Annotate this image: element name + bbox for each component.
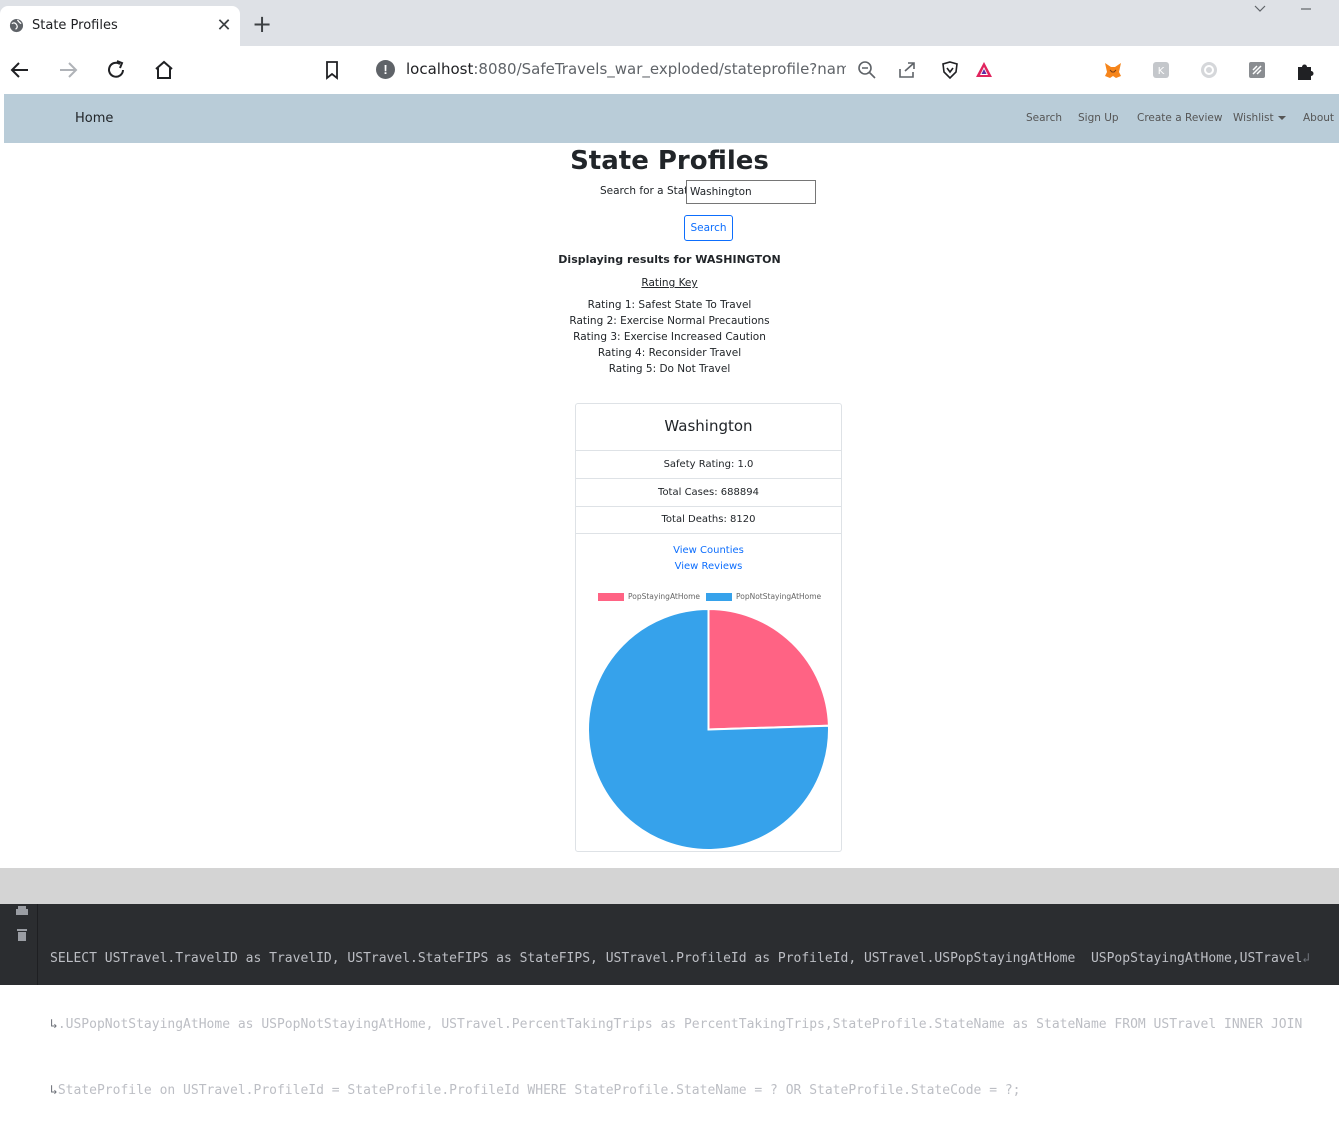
share-icon[interactable]	[897, 60, 917, 80]
console-line: SELECT USTravel.TravelID as TravelID, US…	[50, 951, 1311, 966]
url-text[interactable]: localhost:8080/SafeTravels_war_exploded/…	[406, 60, 846, 78]
print-icon[interactable]	[15, 906, 29, 918]
minimize-icon[interactable]	[1298, 0, 1314, 16]
reload-icon[interactable]	[104, 58, 128, 82]
close-tab-icon[interactable]: ✕	[214, 15, 234, 35]
nav-home-link[interactable]: Home	[75, 111, 113, 126]
browser-tab[interactable]: State Profiles ✕	[0, 6, 240, 46]
info-icon[interactable]: !	[376, 60, 395, 79]
legend-swatch-1	[706, 593, 732, 601]
address-bar[interactable]: ! localhost:8080/SafeTravels_war_explode…	[364, 46, 1002, 94]
state-card-title: Washington	[576, 404, 841, 451]
nav-wishlist-dropdown[interactable]: Wishlist	[1233, 112, 1286, 124]
results-heading: Displaying results for WASHINGTON	[558, 253, 781, 266]
search-button[interactable]: Search	[684, 215, 733, 241]
legend-label: PopNotStayingAtHome	[736, 592, 822, 601]
zoom-icon[interactable]	[857, 60, 877, 80]
state-card: Washington Safety Rating: 1.0 Total Case…	[575, 403, 842, 852]
nav-search-link[interactable]: Search	[1026, 112, 1062, 124]
extension-icon[interactable]	[1199, 60, 1219, 80]
pie-slice-PopStayingAtHome[interactable]	[707, 608, 830, 731]
rating-key-title: Rating Key	[641, 277, 698, 289]
console-line: ↳.USPopNotStayingAtHome as USPopNotStayi…	[50, 1017, 1303, 1032]
legend-label: PopStayingAtHome	[628, 592, 701, 601]
chevron-down-icon[interactable]	[1252, 2, 1268, 18]
trash-icon[interactable]	[16, 927, 28, 941]
nav-wishlist-label: Wishlist	[1233, 112, 1274, 124]
rating-key-item: Rating 3: Exercise Increased Caution	[573, 331, 766, 343]
caret-down-icon	[1277, 116, 1286, 120]
state-search-input[interactable]	[686, 180, 816, 204]
forward-icon[interactable]	[56, 58, 80, 82]
site-navbar: Home Search Sign Up Create a Review Wish…	[4, 94, 1339, 143]
nav-about-link[interactable]: About	[1303, 112, 1334, 124]
home-icon[interactable]	[152, 58, 176, 82]
rating-key-list: Rating 1: Safest State To Travel Rating …	[0, 297, 1339, 377]
globe-icon	[9, 18, 24, 33]
legend-swatch-0	[598, 593, 624, 601]
wrap-icon: ↳	[50, 1083, 58, 1098]
extension-icon[interactable]: K	[1151, 60, 1171, 80]
legend-item[interactable]: PopNotStayingAtHome	[706, 592, 821, 602]
rating-key-item: Rating 4: Reconsider Travel	[597, 347, 742, 359]
back-icon[interactable]	[8, 58, 32, 82]
safety-rating: Safety Rating: 1.0	[576, 451, 841, 479]
rating-key-item: Rating 1: Safest State To Travel	[587, 299, 752, 311]
web-page: Home Search Sign Up Create a Review Wish…	[0, 94, 1339, 868]
console-output: SELECT USTravel.TravelID as TravelID, US…	[50, 904, 1310, 1146]
metamask-icon[interactable]	[1103, 60, 1123, 80]
ide-divider	[0, 868, 1339, 904]
new-tab-icon[interactable]: +	[251, 12, 273, 36]
wrap-icon: ↳	[50, 1017, 58, 1032]
extension-icon[interactable]	[1247, 60, 1267, 80]
pie-chart	[587, 608, 830, 851]
view-counties-link[interactable]: View Counties	[576, 545, 841, 556]
page-title: State Profiles	[570, 146, 769, 176]
total-deaths: Total Deaths: 8120	[576, 506, 841, 534]
svg-text:K: K	[1158, 66, 1165, 77]
puzzle-icon[interactable]	[1294, 60, 1314, 80]
total-cases: Total Cases: 688894	[576, 479, 841, 507]
ide-console: SELECT USTravel.TravelID as TravelID, US…	[0, 904, 1339, 1098]
rating-key-item: Rating 5: Do Not Travel	[608, 363, 731, 375]
view-reviews-link[interactable]: View Reviews	[576, 561, 841, 572]
console-gutter	[0, 904, 38, 985]
console-line: ↳StateProfile on USTravel.ProfileId = St…	[50, 1083, 1021, 1098]
legend-item[interactable]: PopStayingAtHome	[598, 592, 700, 602]
rating-key-item: Rating 2: Exercise Normal Precautions	[569, 315, 770, 327]
wrap-icon: ↲	[1302, 951, 1311, 966]
tab-title: State Profiles	[32, 18, 118, 33]
brave-rewards-icon[interactable]	[974, 60, 994, 80]
brave-shield-icon[interactable]	[940, 60, 960, 80]
bookmark-icon[interactable]	[320, 58, 344, 82]
nav-signup-link[interactable]: Sign Up	[1078, 112, 1119, 124]
nav-create-review-link[interactable]: Create a Review	[1137, 112, 1222, 124]
tab-strip: State Profiles ✕ +	[0, 0, 1339, 46]
search-label: Search for a State	[600, 185, 695, 197]
